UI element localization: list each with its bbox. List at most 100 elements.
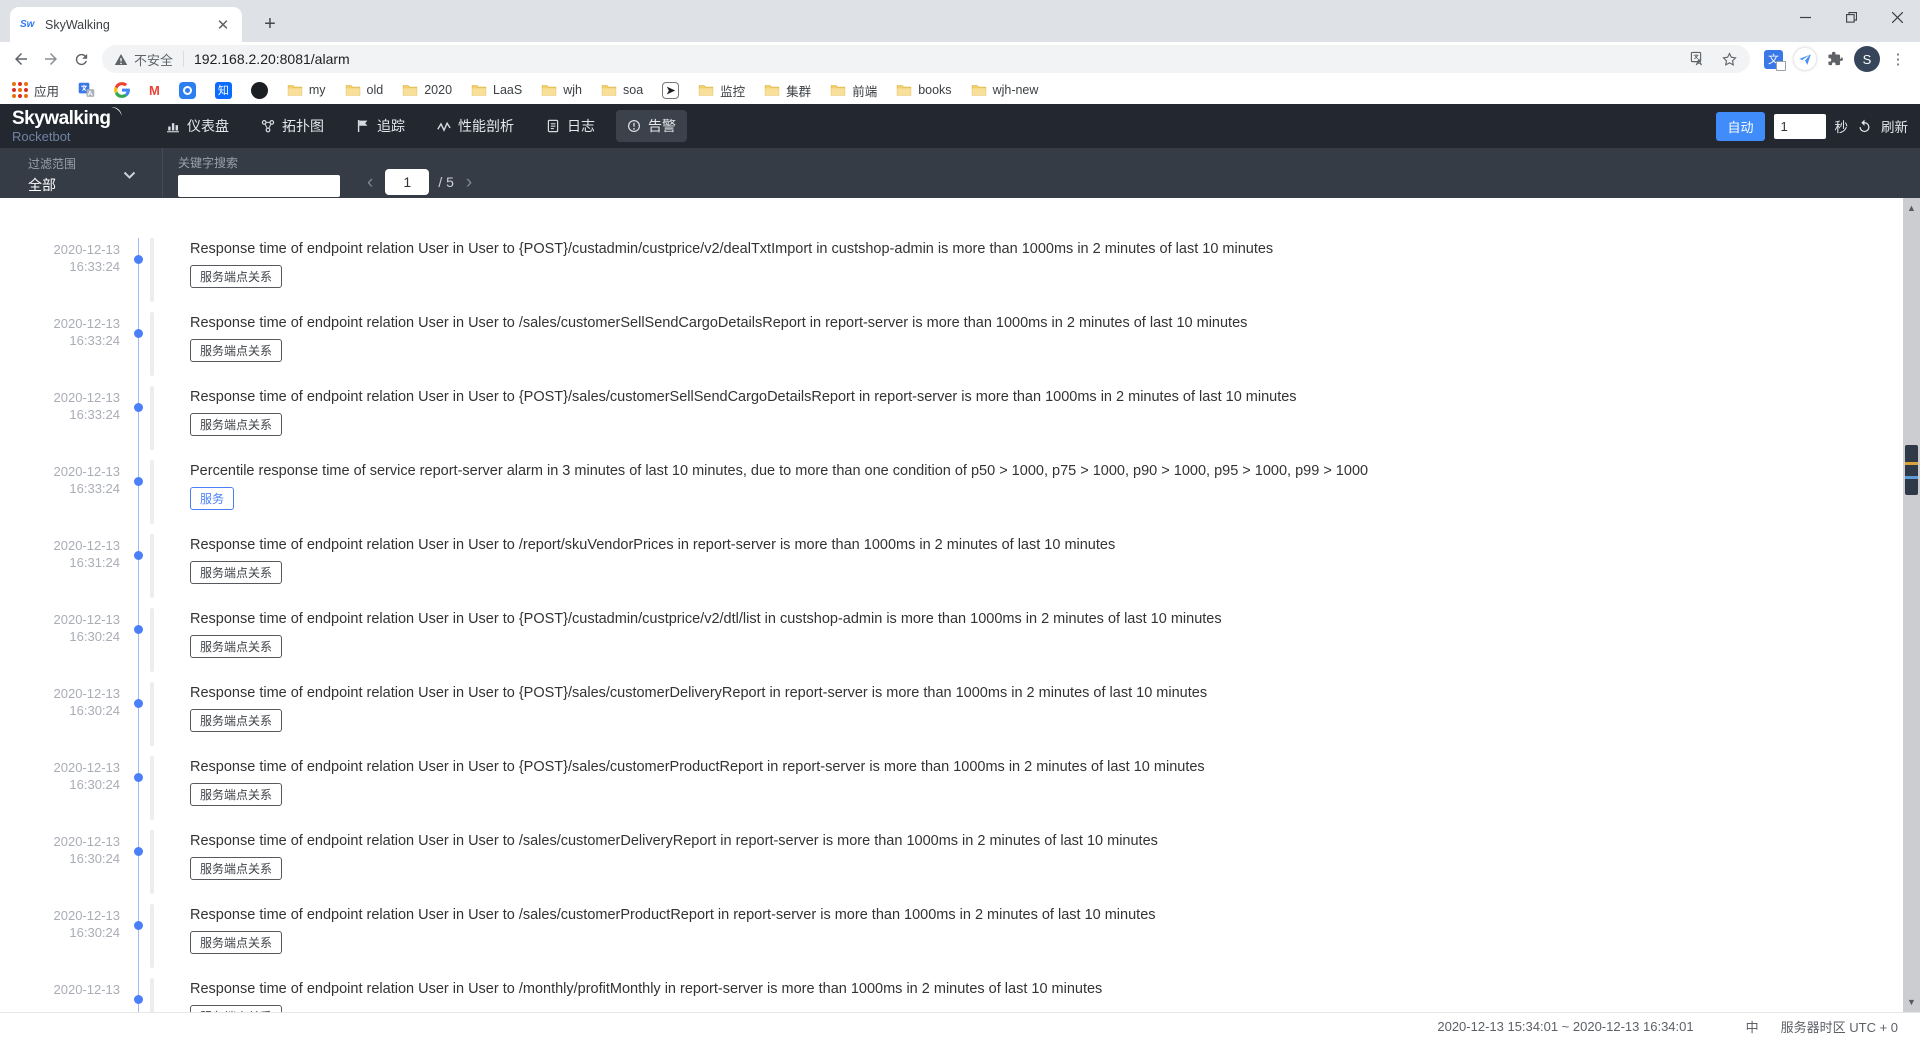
- nav-item-profile[interactable]: 性能剖析: [426, 110, 525, 142]
- bookmark-item[interactable]: [251, 82, 268, 99]
- item-left-bar: [150, 238, 154, 302]
- alarm-item: 2020-12-13 16:33:24 Response time of end…: [0, 236, 1920, 310]
- next-page-icon[interactable]: ›: [463, 173, 475, 192]
- profile-avatar[interactable]: S: [1854, 46, 1880, 72]
- scroll-up-icon[interactable]: ▲: [1903, 200, 1920, 216]
- alarm-time: 16:30:24: [0, 628, 120, 645]
- timeline-dot-icon: [134, 847, 143, 856]
- auto-refresh-button[interactable]: 自动: [1716, 112, 1764, 141]
- nav-item-trace[interactable]: 追踪: [345, 110, 416, 142]
- alarm-time: 16:33:24: [0, 258, 120, 275]
- alarm-timestamp: 2020-12-13 16:30:24: [0, 833, 120, 867]
- bookmark-item[interactable]: 知: [215, 82, 232, 99]
- window-close-button[interactable]: [1874, 0, 1920, 34]
- scrollbar-thumb[interactable]: [1905, 445, 1918, 495]
- alarm-item: 2020-12-13 16:33:24 Response time of end…: [0, 384, 1920, 458]
- window-minimize-button[interactable]: [1782, 0, 1828, 34]
- alarm-item: 2020-12-13 16:33:24 Percentile response …: [0, 458, 1920, 532]
- bookmark-item[interactable]: old: [345, 83, 384, 97]
- alarm-tag: 服务端点关系: [190, 635, 282, 658]
- browser-tab[interactable]: Sw SkyWalking ✕: [10, 7, 242, 42]
- timeline-dot-icon: [134, 921, 143, 930]
- puzzle-extensions-icon[interactable]: [1827, 51, 1844, 68]
- url-text[interactable]: 192.168.2.20:8081/alarm: [194, 51, 1676, 67]
- bookmark-star-icon[interactable]: [1721, 51, 1738, 68]
- bookmark-item[interactable]: M: [149, 83, 160, 98]
- window-restore-button[interactable]: [1828, 0, 1874, 34]
- not-secure-warning-icon[interactable]: [114, 53, 128, 66]
- bookmark-item[interactable]: 监控: [698, 81, 745, 100]
- bookmark-item[interactable]: books: [896, 83, 951, 97]
- bookmark-item[interactable]: 集群: [764, 81, 811, 100]
- security-label[interactable]: 不安全: [134, 50, 173, 69]
- alarm-tag: 服务端点关系: [190, 1005, 282, 1012]
- new-tab-button[interactable]: +: [256, 11, 284, 39]
- timeline-dot-icon: [134, 329, 143, 338]
- vertical-scrollbar[interactable]: ▲ ▼: [1903, 198, 1920, 1012]
- browser-menu-icon[interactable]: ⋮: [1890, 57, 1906, 62]
- bird-extension-icon[interactable]: [1793, 47, 1817, 71]
- prev-page-icon[interactable]: ‹: [364, 173, 376, 192]
- language-toggle[interactable]: 中: [1746, 1017, 1759, 1036]
- bookmark-item[interactable]: my: [287, 83, 326, 97]
- alarm-date: 2020-12-13: [0, 241, 120, 258]
- zhihu-icon: 知: [215, 82, 232, 99]
- scope-dropdown[interactable]: 过滤范围 全部: [0, 148, 163, 198]
- alarm-tag: 服务端点关系: [190, 931, 282, 954]
- bookmark-item[interactable]: wjh-new: [971, 83, 1039, 97]
- time-range[interactable]: 2020-12-13 15:34:01 ~ 2020-12-13 16:34:0…: [1437, 1019, 1693, 1034]
- translate-page-icon[interactable]: [1690, 51, 1707, 68]
- dark-arrow-icon: ➤: [662, 82, 679, 99]
- nav-item-log[interactable]: 日志: [535, 110, 606, 142]
- interval-input[interactable]: [1774, 114, 1826, 139]
- alarm-timestamp: 2020-12-13 16:33:24: [0, 389, 120, 423]
- skywalking-favicon-icon: Sw: [20, 16, 37, 33]
- refresh-label[interactable]: 刷新: [1881, 116, 1908, 136]
- pagination: ‹ 1 / 5 ›: [364, 148, 475, 198]
- tab-close-icon[interactable]: ✕: [214, 16, 232, 34]
- skywalking-logo[interactable]: Skywalking Rocketbot: [12, 109, 124, 143]
- alarm-timestamp: 2020-12-13 16:30:24: [0, 907, 120, 941]
- folder-icon: [402, 83, 418, 97]
- bookmark-item[interactable]: wjh: [541, 83, 582, 97]
- bookmark-item[interactable]: 应用: [12, 81, 59, 100]
- alarm-date: 2020-12-13: [0, 463, 120, 480]
- topology-icon: [261, 119, 275, 133]
- translate-icon: [78, 82, 95, 99]
- nav-label: 拓扑图: [282, 116, 324, 136]
- item-left-bar: [150, 534, 154, 598]
- scroll-down-icon[interactable]: ▼: [1903, 994, 1920, 1010]
- page-number-input[interactable]: 1: [385, 169, 429, 195]
- bookmark-item[interactable]: ➤: [662, 82, 679, 99]
- reload-button[interactable]: [66, 44, 96, 74]
- translate-extension-icon[interactable]: 文: [1764, 50, 1783, 69]
- folder-icon: [896, 83, 912, 97]
- bookmark-item[interactable]: 前端: [830, 81, 877, 100]
- browser-titlebar: Sw SkyWalking ✕ +: [0, 0, 1920, 42]
- bookmark-item[interactable]: [114, 82, 130, 98]
- nav-item-alarm[interactable]: 告警: [616, 110, 687, 142]
- scope-value[interactable]: 全部: [28, 175, 162, 195]
- alarm-date: 2020-12-13: [0, 537, 120, 554]
- bookmark-item[interactable]: soa: [601, 83, 643, 97]
- alarm-timestamp: 2020-12-13 16:30:24: [0, 685, 120, 719]
- bookmark-item[interactable]: [78, 82, 95, 99]
- bookmark-item[interactable]: 2020: [402, 83, 452, 97]
- address-bar[interactable]: 不安全 192.168.2.20:8081/alarm: [102, 45, 1750, 73]
- nav-item-dashboard[interactable]: 仪表盘: [155, 110, 240, 142]
- alarm-tag: 服务端点关系: [190, 561, 282, 584]
- logo-swoosh-icon: [108, 105, 124, 125]
- keyword-search-input[interactable]: [178, 175, 340, 197]
- nav-item-topology[interactable]: 拓扑图: [250, 110, 335, 142]
- timeline-dot-icon: [134, 477, 143, 486]
- forward-button[interactable]: [36, 44, 66, 74]
- folder-icon: [601, 83, 617, 97]
- refresh-icon[interactable]: [1857, 119, 1872, 134]
- scope-label: 过滤范围: [28, 155, 162, 172]
- nav-label: 告警: [648, 116, 676, 136]
- bookmark-item[interactable]: [179, 82, 196, 99]
- back-button[interactable]: [6, 44, 36, 74]
- log-icon: [546, 119, 560, 133]
- bookmark-item[interactable]: LaaS: [471, 83, 522, 97]
- skywalking-header: Skywalking Rocketbot 仪表盘 拓扑图 追踪 性能剖析 日志 …: [0, 104, 1920, 148]
